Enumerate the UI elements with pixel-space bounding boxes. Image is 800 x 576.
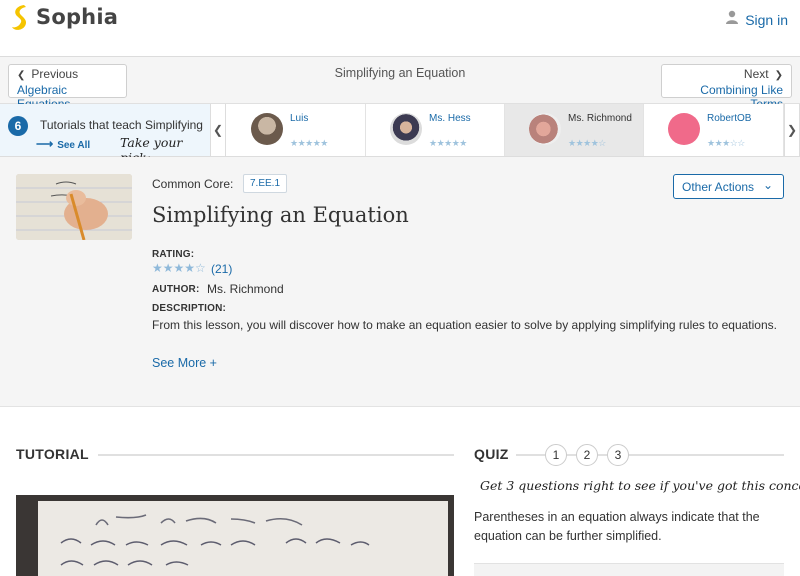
- avatar: [390, 113, 422, 145]
- tutor-card-luis[interactable]: Luis ★★★★★: [227, 104, 366, 156]
- logo-text: Sophia: [36, 5, 119, 29]
- see-all-label: See All: [57, 140, 91, 151]
- quiz-answer-area[interactable]: [474, 563, 784, 576]
- chevron-right-icon: ❯: [774, 70, 783, 81]
- lesson-info: Common Core: 7.EE.1 Simplifying an Equat…: [0, 157, 800, 407]
- author-label: AUTHOR:: [152, 284, 200, 295]
- quiz-heading: QUIZ: [474, 446, 509, 462]
- chevron-right-icon: ❯: [786, 123, 798, 137]
- common-core-label: Common Core:: [152, 177, 234, 191]
- see-more-link[interactable]: See More +: [152, 356, 217, 370]
- user-icon: [725, 10, 739, 29]
- quiz-question-2[interactable]: 2: [576, 444, 598, 466]
- tutor-card-robertob[interactable]: RobertOB ★★★☆☆: [644, 104, 784, 156]
- sophia-logo-icon: [10, 4, 32, 30]
- next-lesson-button[interactable]: Next❯ Combining Like Terms: [661, 64, 792, 111]
- quiz-question-3[interactable]: 3: [607, 444, 629, 466]
- lesson-thumbnail[interactable]: [16, 174, 132, 240]
- tutor-rating-stars: ★★★★★: [290, 138, 328, 148]
- tutorial-video-frame: [16, 495, 454, 576]
- tutorial-divider: [98, 454, 454, 456]
- author-name: Ms. Richmond: [207, 282, 284, 296]
- next-label: Next: [743, 67, 769, 81]
- tutor-rating-stars: ★★★★☆: [568, 138, 606, 148]
- sign-in-label: Sign in: [745, 11, 788, 28]
- carousel-next-button[interactable]: ❯: [784, 104, 800, 156]
- top-bar: Sophia Sign in: [0, 0, 800, 57]
- avatar: [668, 113, 700, 145]
- rating-label: RATING:: [152, 249, 195, 260]
- avatar: [529, 113, 561, 145]
- tutorials-strip: 6 Tutorials that teach Simplifying ⟶ See …: [0, 104, 800, 165]
- chevron-down-icon: ⌄: [762, 178, 773, 192]
- tutorial-heading: TUTORIAL: [16, 446, 89, 462]
- page-title: Simplifying an Equation: [152, 203, 409, 227]
- tutor-rating-stars: ★★★★★: [429, 138, 467, 148]
- tutor-name: RobertOB: [707, 113, 752, 124]
- quiz-question-text: Parentheses in an equation always indica…: [474, 510, 760, 543]
- other-actions-label: Other Actions: [682, 180, 755, 194]
- common-core-badge[interactable]: 7.EE.1: [243, 174, 288, 193]
- avatar: [251, 113, 283, 145]
- lesson-navigation: ❮Previous Algebraic Equations Simplifyin…: [0, 57, 800, 111]
- tutor-card-ms-richmond[interactable]: Ms. Richmond ★★★★☆: [505, 104, 644, 156]
- other-actions-dropdown[interactable]: Other Actions ⌄: [673, 174, 784, 199]
- description-label: DESCRIPTION:: [152, 303, 227, 314]
- quiz-hint: Get 3 questions right to see if you've g…: [480, 478, 800, 493]
- tutor-name: Ms. Richmond: [568, 113, 632, 124]
- carousel-prev-button[interactable]: ❮: [210, 104, 226, 156]
- tutorial-count-badge: 6: [8, 116, 28, 136]
- rating-stars: ★★★★☆: [152, 261, 206, 275]
- tutor-card-ms-hess[interactable]: Ms. Hess ★★★★★: [366, 104, 505, 156]
- sophia-logo[interactable]: Sophia: [10, 4, 118, 30]
- tutorials-strip-intro: 6 Tutorials that teach Simplifying ⟶ See …: [0, 104, 210, 165]
- rating-count-link[interactable]: (21): [211, 262, 232, 276]
- chevron-left-icon: ❮: [212, 123, 224, 137]
- see-all-link[interactable]: ⟶ See All: [36, 137, 90, 151]
- tutor-rating-stars: ★★★☆☆: [707, 138, 745, 148]
- tutor-name: Ms. Hess: [429, 113, 471, 124]
- quiz-question-1[interactable]: 1: [545, 444, 567, 466]
- sign-in-link[interactable]: Sign in: [725, 10, 788, 29]
- arrow-right-icon: ⟶: [36, 137, 54, 151]
- description-text: From this lesson, you will discover how …: [152, 318, 777, 332]
- tutorials-title: Tutorials that teach Simplifying: [40, 118, 203, 132]
- tutorial-video[interactable]: [16, 495, 454, 576]
- lesson-thumbnail-image: [16, 174, 132, 240]
- tutor-name: Luis: [290, 113, 309, 124]
